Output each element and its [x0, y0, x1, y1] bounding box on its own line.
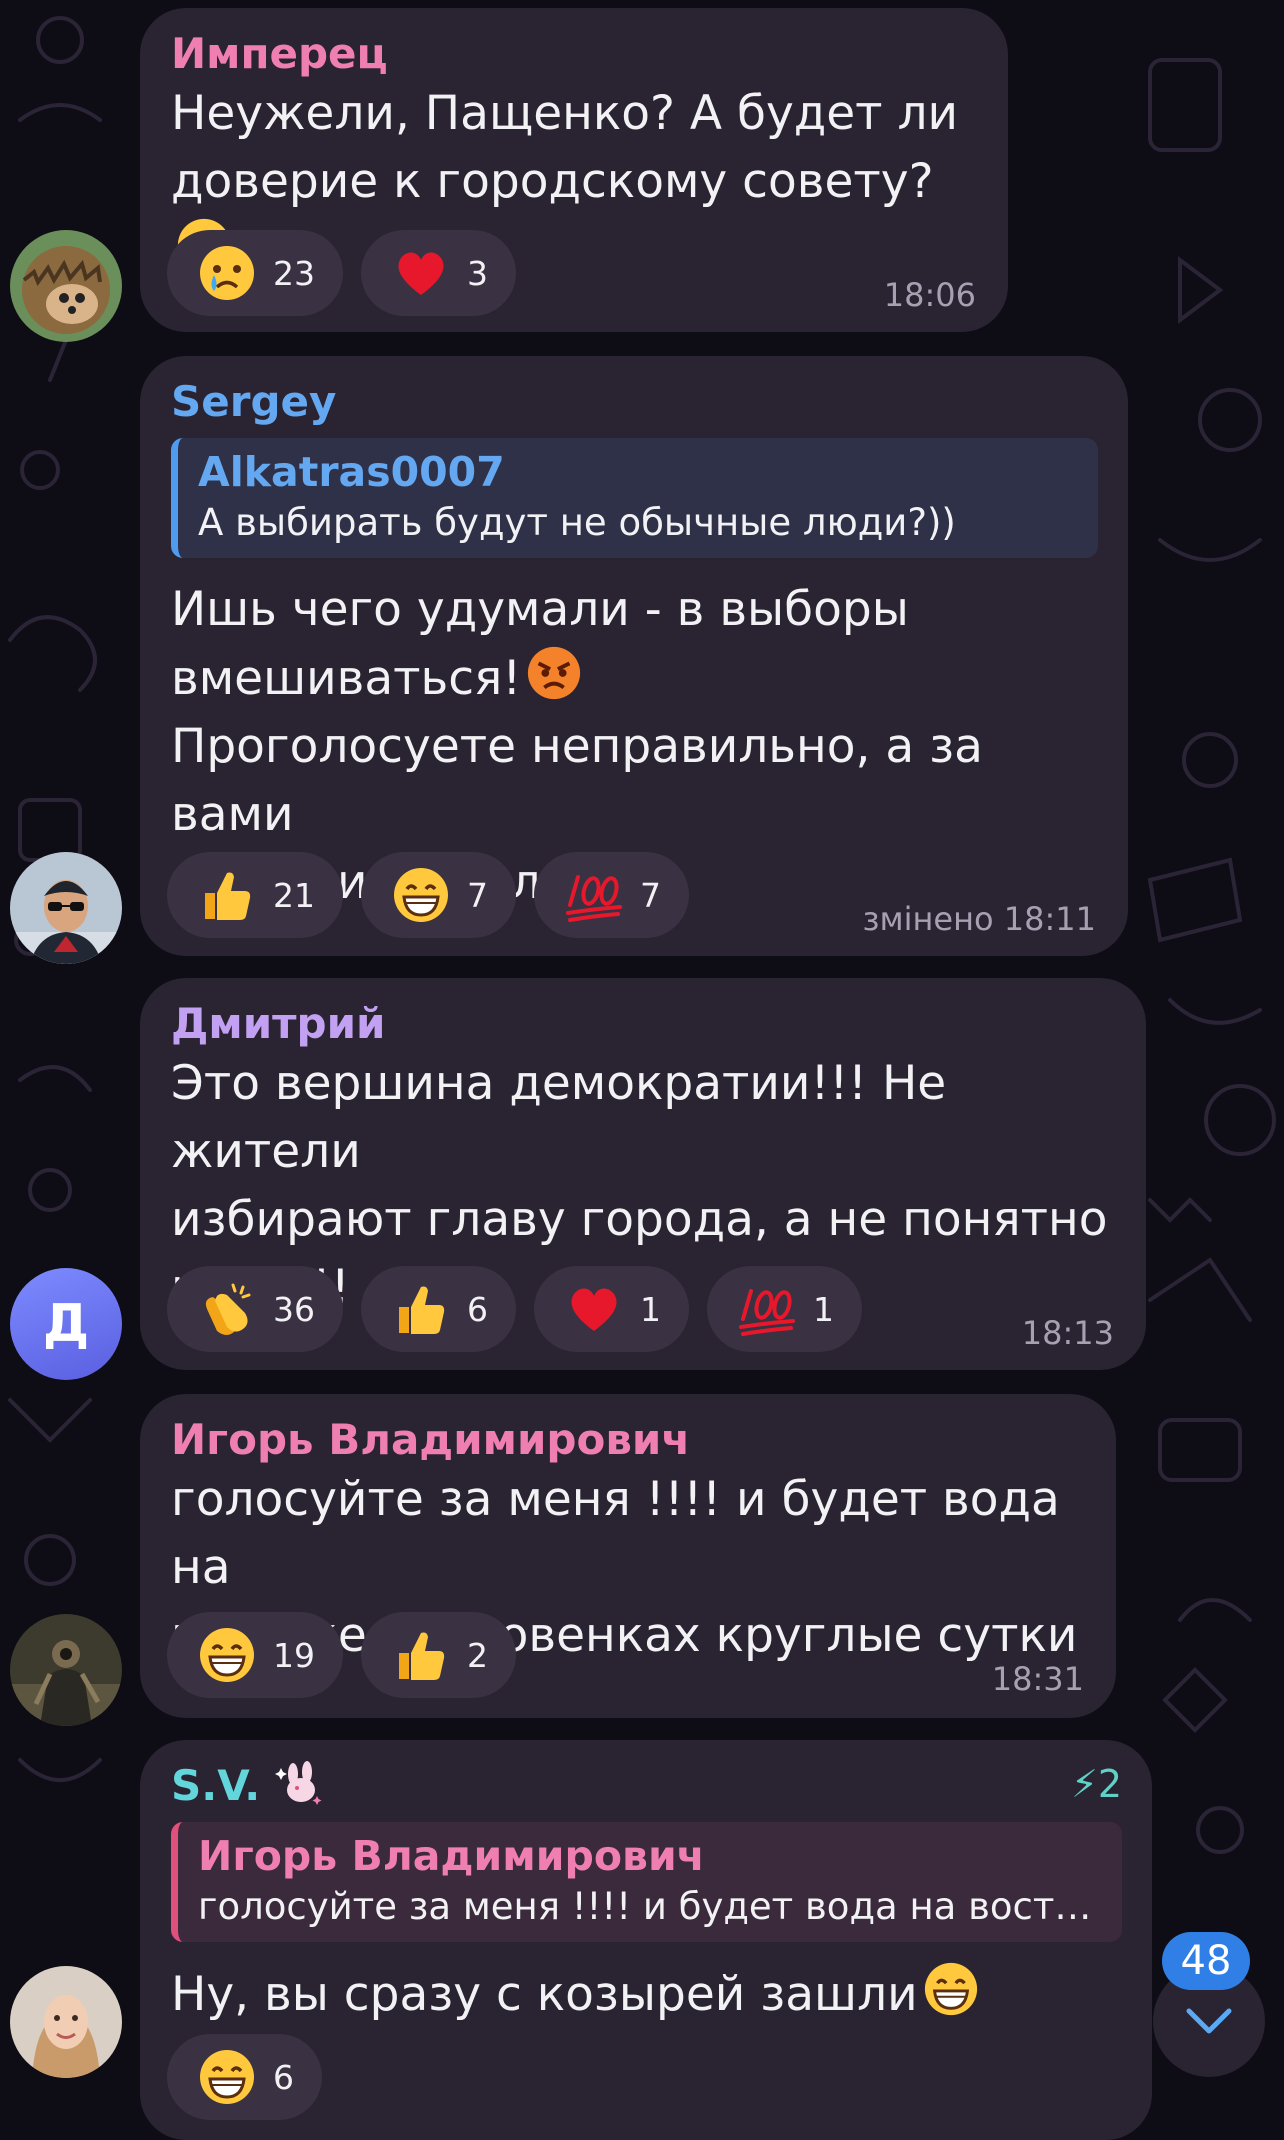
- thumbs-up-icon: [399, 1632, 445, 1680]
- grinning-face-icon: [394, 868, 448, 922]
- reaction-count: 3: [467, 253, 488, 293]
- message-time: 18:31: [991, 1660, 1084, 1698]
- reaction-red-heart[interactable]: 3: [361, 230, 516, 316]
- reaction-grinning-face[interactable]: 19: [167, 1612, 343, 1698]
- message-author[interactable]: Игорь Владимирович: [171, 1414, 1086, 1466]
- message-time: змінено 18:11: [862, 900, 1096, 938]
- reaction-thumbs-up[interactable]: 6: [361, 1266, 516, 1352]
- hundred-points-icon: [739, 1289, 795, 1336]
- avatar[interactable]: [10, 230, 122, 342]
- reaction-count: 6: [467, 1289, 488, 1329]
- woman-avatar-icon: [10, 1966, 122, 2078]
- angry-face-icon: [528, 646, 581, 700]
- sparkle-bunny-icon: [274, 1761, 322, 1805]
- thumbs-up-icon: [205, 872, 251, 920]
- reply-quote[interactable]: Alkatras0007 А выбирать будут не обычные…: [171, 438, 1098, 558]
- message-text: Ну, вы сразу с козырей зашли: [171, 1960, 1122, 2029]
- crying-face-icon: [200, 246, 254, 300]
- reaction-grinning-face[interactable]: 7: [361, 852, 516, 938]
- reaction-count: 2: [467, 1635, 488, 1675]
- message-bubble[interactable]: S.V. ⚡2 Игорь Владимирович голосуйте за …: [140, 1740, 1152, 2140]
- message-author[interactable]: Sergey: [171, 376, 1098, 428]
- grinning-face-icon: [924, 1962, 977, 2016]
- reaction-count: 1: [813, 1289, 834, 1329]
- avatar[interactable]: Д: [10, 1268, 122, 1380]
- boost-badge[interactable]: ⚡2: [1071, 1762, 1122, 1806]
- armored-warrior-avatar-icon: [10, 1614, 122, 1726]
- red-heart-icon: [571, 1288, 617, 1331]
- grinning-face-icon: [200, 1628, 254, 1682]
- reply-author: Alkatras0007: [198, 448, 505, 496]
- reaction-count: 21: [273, 875, 315, 915]
- message-author[interactable]: Имперец: [171, 28, 978, 80]
- boost-count: 2: [1097, 1762, 1122, 1806]
- reaction-count: 19: [273, 1635, 315, 1675]
- avatar[interactable]: [10, 1966, 122, 2078]
- thumbs-up-icon: [399, 1286, 445, 1334]
- reaction-count: 6: [273, 2057, 294, 2097]
- boost-icon: ⚡: [1071, 1762, 1098, 1806]
- red-heart-icon: [398, 252, 444, 295]
- reaction-count: 23: [273, 253, 315, 293]
- message-author[interactable]: S.V.: [171, 1760, 1122, 1812]
- message-author[interactable]: Дмитрий: [171, 998, 1116, 1050]
- reaction-thumbs-up[interactable]: 2: [361, 1612, 516, 1698]
- avatar[interactable]: [10, 1614, 122, 1726]
- message-bubble[interactable]: Sergey Alkatras0007 А выбирать будут не …: [140, 356, 1128, 956]
- hedgehog-avatar-icon: [10, 230, 122, 342]
- hundred-points-icon: [566, 875, 622, 922]
- reaction-count: 1: [640, 1289, 661, 1329]
- clapping-hands-icon: [205, 1283, 251, 1335]
- message-bubble[interactable]: Игорь Владимирович голосуйте за меня !!!…: [140, 1394, 1116, 1718]
- reply-text: голосуйте за меня !!!! и будет вода на в…: [198, 1885, 1092, 1928]
- avatar[interactable]: [10, 852, 122, 964]
- reply-text: А выбирать будут не обычные люди?)): [198, 501, 956, 544]
- reaction-grinning-face[interactable]: 6: [167, 2034, 322, 2120]
- unread-count-badge: 48: [1162, 1932, 1250, 1990]
- reply-author: Игорь Владимирович: [198, 1832, 705, 1880]
- message-time: 18:06: [883, 276, 976, 314]
- reaction-hundred-points[interactable]: 1: [707, 1266, 862, 1352]
- reaction-crying-face[interactable]: 23: [167, 230, 343, 316]
- reaction-hundred-points[interactable]: 7: [534, 852, 689, 938]
- man-sunglasses-avatar-icon: [10, 852, 122, 964]
- reaction-clapping-hands[interactable]: 36: [167, 1266, 343, 1352]
- reaction-thumbs-up[interactable]: 21: [167, 852, 343, 938]
- reply-quote[interactable]: Игорь Владимирович голосуйте за меня !!!…: [171, 1822, 1122, 1942]
- reaction-count: 36: [273, 1289, 315, 1329]
- reaction-count: 7: [640, 875, 661, 915]
- message-bubble[interactable]: Имперец Неужели, Пащенко? А будет ли дов…: [140, 8, 1008, 332]
- reaction-red-heart[interactable]: 1: [534, 1266, 689, 1352]
- message-time: 18:13: [1021, 1314, 1114, 1352]
- chevron-down-icon: [1186, 2008, 1232, 2034]
- reaction-count: 7: [467, 875, 488, 915]
- message-bubble[interactable]: Дмитрий Это вершина демократии!!! Не жит…: [140, 978, 1146, 1370]
- avatar-letter: Д: [42, 1294, 90, 1354]
- grinning-face-icon: [200, 2050, 254, 2104]
